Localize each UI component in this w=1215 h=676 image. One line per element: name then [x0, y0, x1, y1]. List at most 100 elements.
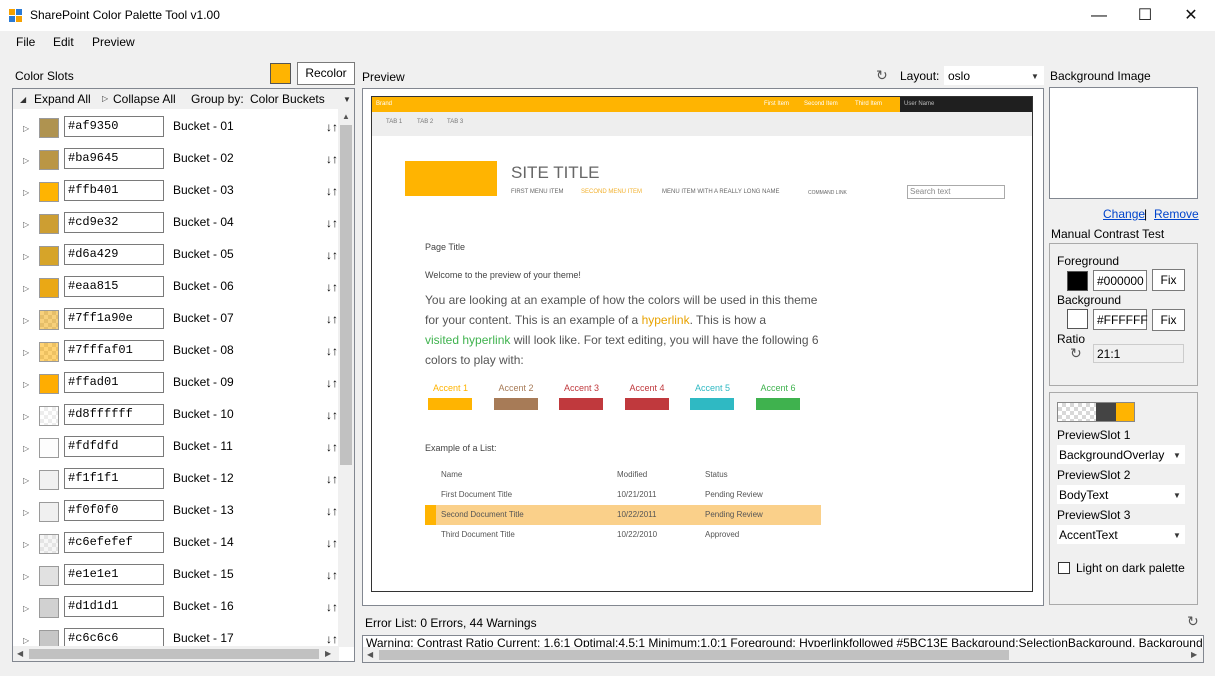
color-slot-row[interactable]: ▷ #ba9645 Bucket - 02 ↓↑ — [13, 147, 339, 179]
expand-row-icon[interactable]: ▷ — [23, 604, 29, 613]
expand-row-icon[interactable]: ▷ — [23, 156, 29, 165]
expand-row-icon[interactable]: ▷ — [23, 572, 29, 581]
color-swatch[interactable] — [39, 342, 59, 362]
site-title[interactable]: SITE TITLE — [511, 163, 600, 183]
menu-edit[interactable]: Edit — [53, 35, 74, 49]
expand-row-icon[interactable]: ▷ — [23, 220, 29, 229]
sort-icon[interactable]: ↓↑ — [326, 216, 338, 230]
sort-icon[interactable]: ↓↑ — [326, 248, 338, 262]
preview-slot-1-select[interactable]: BackgroundOverlay — [1057, 445, 1185, 464]
sort-icon[interactable]: ↓↑ — [326, 280, 338, 294]
collapse-all-button[interactable]: Collapse All — [113, 92, 176, 106]
sort-icon[interactable]: ↓↑ — [326, 312, 338, 326]
nav-command-link[interactable]: COMMAND LINK — [808, 190, 847, 196]
suite-item-second[interactable]: Second Item — [804, 101, 838, 107]
recolor-swatch[interactable] — [270, 63, 291, 84]
background-image-box[interactable] — [1049, 87, 1198, 199]
preview-slot-3-select[interactable]: AccentText — [1057, 525, 1185, 544]
layout-select[interactable]: oslo — [944, 66, 1044, 85]
background-swatch[interactable] — [1067, 309, 1088, 329]
sort-icon[interactable]: ↓↑ — [326, 440, 338, 454]
hex-input[interactable]: #7ff1a90e — [64, 308, 164, 329]
expand-row-icon[interactable]: ▷ — [23, 316, 29, 325]
expand-row-icon[interactable]: ▷ — [23, 476, 29, 485]
expand-row-icon[interactable]: ▷ — [23, 412, 29, 421]
color-swatch[interactable] — [39, 502, 59, 522]
color-slot-row[interactable]: ▷ #ffb401 Bucket - 03 ↓↑ — [13, 179, 339, 211]
scroll-left-icon[interactable]: ◀ — [17, 649, 23, 658]
color-swatch[interactable] — [39, 310, 59, 330]
color-slot-row[interactable]: ▷ #d1d1d1 Bucket - 16 ↓↑ — [13, 595, 339, 627]
light-on-dark-checkbox[interactable] — [1058, 562, 1070, 574]
color-swatch[interactable] — [39, 566, 59, 586]
color-slot-row[interactable]: ▷ #fdfdfd Bucket - 11 ↓↑ — [13, 435, 339, 467]
h-scrollbar-thumb[interactable] — [29, 649, 319, 659]
nav-third[interactable]: MENU ITEM WITH A REALLY LONG NAME — [662, 189, 779, 195]
suite-item-third[interactable]: Third Item — [855, 101, 882, 107]
hex-input[interactable]: #f1f1f1 — [64, 468, 164, 489]
hex-input[interactable]: #eaa815 — [64, 276, 164, 297]
ribbon-tab-3[interactable]: TAB 3 — [447, 119, 463, 125]
error-scroll-thumb[interactable] — [379, 650, 1009, 660]
hex-input[interactable]: #af9350 — [64, 116, 164, 137]
expand-row-icon[interactable]: ▷ — [23, 636, 29, 645]
color-swatch[interactable] — [39, 598, 59, 618]
color-slot-row[interactable]: ▷ #eaa815 Bucket - 06 ↓↑ — [13, 275, 339, 307]
color-slot-row[interactable]: ▷ #7fffaf01 Bucket - 08 ↓↑ — [13, 339, 339, 371]
change-link[interactable]: Change — [1103, 207, 1145, 221]
expand-row-icon[interactable]: ▷ — [23, 348, 29, 357]
preview-search-input[interactable]: Search text — [907, 185, 1005, 199]
color-swatch[interactable] — [39, 374, 59, 394]
foreground-swatch[interactable] — [1067, 271, 1088, 291]
expand-row-icon[interactable]: ▷ — [23, 188, 29, 197]
recolor-button[interactable]: Recolor — [297, 62, 355, 85]
expand-row-icon[interactable]: ▷ — [23, 380, 29, 389]
hex-input[interactable]: #ba9645 — [64, 148, 164, 169]
maximize-button[interactable]: ☐ — [1122, 0, 1168, 31]
hex-input[interactable]: #e1e1e1 — [64, 564, 164, 585]
foreground-fix-button[interactable]: Fix — [1152, 269, 1185, 291]
hyperlink[interactable]: hyperlink — [642, 313, 690, 327]
suite-item-first[interactable]: First Item — [764, 101, 789, 107]
menu-preview[interactable]: Preview — [92, 35, 135, 49]
group-by-select[interactable]: Color Buckets — [250, 92, 325, 106]
minimize-button[interactable]: — — [1076, 0, 1122, 31]
expand-all-button[interactable]: Expand All — [34, 92, 91, 106]
list-row[interactable]: Third Document Title 10/22/2010 Approved — [425, 525, 821, 545]
sort-icon[interactable]: ↓↑ — [326, 344, 338, 358]
layout-chevron-down-icon[interactable]: ▼ — [1031, 72, 1039, 81]
hex-input[interactable]: #f0f0f0 — [64, 500, 164, 521]
color-swatch[interactable] — [39, 278, 59, 298]
nav-second[interactable]: SECOND MENU ITEM — [581, 189, 642, 195]
sort-icon[interactable]: ↓↑ — [326, 120, 338, 134]
slot-1-chevron-down-icon[interactable]: ▼ — [1173, 451, 1181, 460]
hex-input[interactable]: #ffad01 — [64, 372, 164, 393]
sort-icon[interactable]: ↓↑ — [326, 408, 338, 422]
expand-row-icon[interactable]: ▷ — [23, 252, 29, 261]
color-swatch[interactable] — [39, 406, 59, 426]
error-scroll-left-icon[interactable]: ◀ — [367, 650, 373, 659]
color-swatch[interactable] — [39, 246, 59, 266]
close-button[interactable]: ✕ — [1168, 0, 1214, 31]
hex-input[interactable]: #cd9e32 — [64, 212, 164, 233]
color-swatch[interactable] — [39, 150, 59, 170]
hex-input[interactable]: #d6a429 — [64, 244, 164, 265]
refresh-icon[interactable]: ↻ — [876, 67, 888, 84]
color-slot-row[interactable]: ▷ #ffad01 Bucket - 09 ↓↑ — [13, 371, 339, 403]
color-slot-row[interactable]: ▷ #f0f0f0 Bucket - 13 ↓↑ — [13, 499, 339, 531]
error-refresh-icon[interactable]: ↻ — [1187, 613, 1199, 630]
menu-file[interactable]: File — [16, 35, 35, 49]
list-row[interactable]: First Document Title 10/21/2011 Pending Re… — [425, 485, 821, 505]
group-by-chevron-down-icon[interactable]: ▼ — [343, 95, 351, 104]
expand-row-icon[interactable]: ▷ — [23, 284, 29, 293]
suite-brand[interactable]: Brand — [376, 101, 392, 107]
hex-input[interactable]: #7fffaf01 — [64, 340, 164, 361]
color-slot-row[interactable]: ▷ #d8ffffff Bucket - 10 ↓↑ — [13, 403, 339, 435]
color-slot-row[interactable]: ▷ #f1f1f1 Bucket - 12 ↓↑ — [13, 467, 339, 499]
preview-slot-2-select[interactable]: BodyText — [1057, 485, 1185, 504]
color-swatch[interactable] — [39, 214, 59, 234]
color-slot-row[interactable]: ▷ #c6efefef Bucket - 14 ↓↑ — [13, 531, 339, 563]
scroll-right-icon[interactable]: ▶ — [325, 649, 331, 658]
sort-icon[interactable]: ↓↑ — [326, 600, 338, 614]
visited-hyperlink[interactable]: visited hyperlink — [425, 333, 510, 347]
